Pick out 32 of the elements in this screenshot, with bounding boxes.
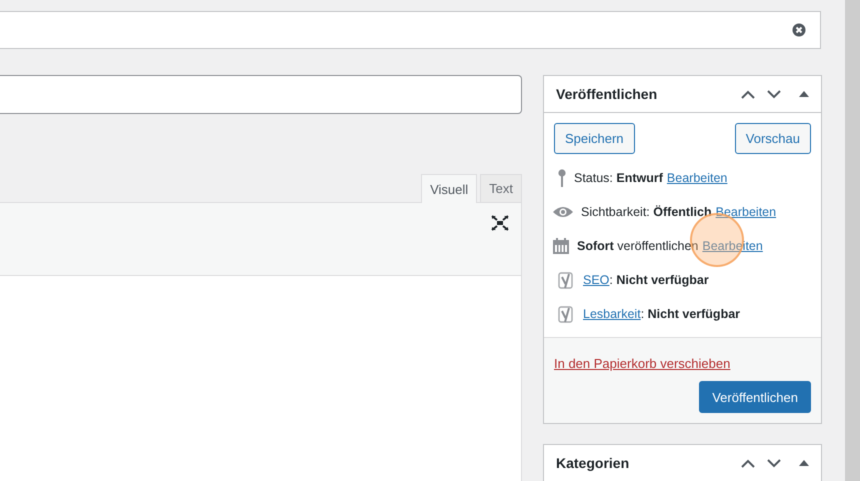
editor-tab[interactable]: Text xyxy=(480,174,522,202)
title-field[interactable] xyxy=(0,75,522,114)
y-letter-icon xyxy=(558,270,575,290)
edit-link[interactable]: Bearbeiten xyxy=(666,171,728,185)
meta-text: Lesbarkeit: Nicht verfügbar xyxy=(583,307,740,321)
calendar-icon xyxy=(553,238,569,254)
meta-text: SEO: Nicht verfügbar xyxy=(583,273,709,287)
eye-icon xyxy=(553,206,573,218)
link[interactable]: SEO xyxy=(583,273,610,287)
editor-tab[interactable]: Visuell xyxy=(421,174,478,203)
pin-icon xyxy=(558,169,566,187)
secondary-button[interactable]: Vorschau xyxy=(734,123,811,154)
secondary-button[interactable]: Speichern xyxy=(554,123,635,154)
meta-text: Sichtbarkeit: Öffentlich Bearbeiten xyxy=(581,205,776,219)
fullscreen-icon[interactable] xyxy=(491,215,509,231)
chevron-down-icon[interactable] xyxy=(767,458,781,468)
meta-text: Status: Entwurf Bearbeiten xyxy=(574,171,728,185)
publish-button[interactable]: Veröffentlichen xyxy=(699,381,811,413)
chevron-up-icon[interactable] xyxy=(741,90,755,98)
edit-link[interactable]: Bearbeiten xyxy=(716,205,776,219)
panel-title: Veröffentlichen xyxy=(556,86,658,102)
scrollbar[interactable] xyxy=(845,0,860,481)
y-letter-icon xyxy=(558,304,575,324)
panel-title: Kategorien xyxy=(556,455,630,471)
link[interactable]: Lesbarkeit xyxy=(583,307,641,321)
input-field[interactable] xyxy=(0,11,821,49)
trash-link[interactable]: In den Papierkorb verschieben xyxy=(554,356,730,371)
chevron-up-icon[interactable] xyxy=(741,458,755,468)
chevron-down-icon[interactable] xyxy=(767,90,781,98)
triangle-up-icon[interactable] xyxy=(799,460,809,466)
clear-icon[interactable] xyxy=(792,23,806,37)
triangle-up-icon[interactable] xyxy=(799,91,809,97)
